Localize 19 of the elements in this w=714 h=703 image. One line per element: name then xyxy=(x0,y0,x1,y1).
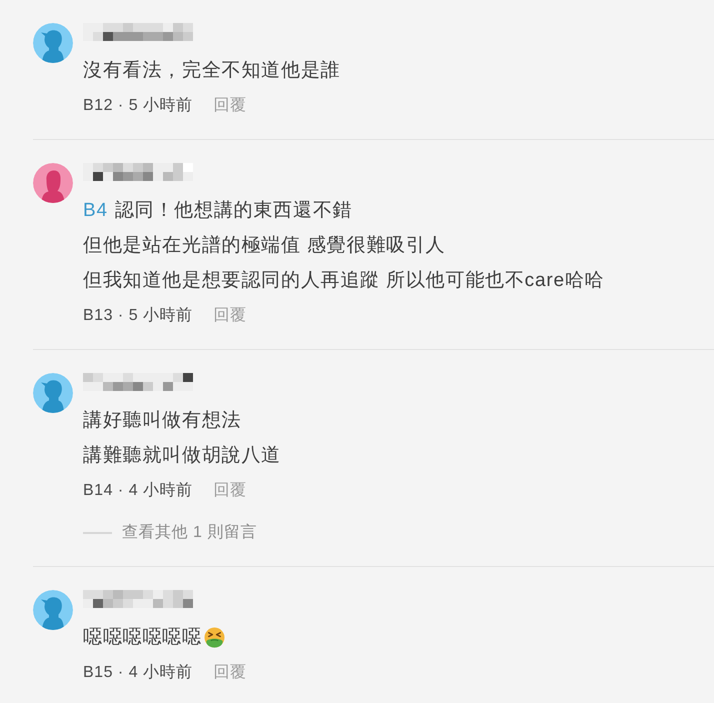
post-meta: B12 · 5 小時前 xyxy=(83,96,193,116)
comment-text: 噁噁噁噁噁噁 xyxy=(83,626,202,650)
view-more-replies-button[interactable]: 查看其他 1 則留言 xyxy=(83,515,257,550)
mention-link[interactable]: B4 xyxy=(83,200,108,221)
post-meta: B13 · 5 小時前 xyxy=(83,306,193,326)
reply-button[interactable]: 回覆 xyxy=(214,660,247,684)
avatar-icon[interactable] xyxy=(33,23,73,63)
avatar-icon[interactable] xyxy=(33,163,73,203)
avatar-icon[interactable] xyxy=(33,590,73,630)
comment-text: 沒有看法，完全不知道他是誰 xyxy=(83,59,340,83)
reply-button[interactable]: 回覆 xyxy=(214,94,247,118)
reply-button[interactable]: 回覆 xyxy=(214,304,247,328)
comment-text: 講好聽叫做有想法 講難聽就叫做胡說八道 xyxy=(83,409,281,468)
post-meta: B14 · 4 小時前 xyxy=(83,480,193,501)
post-meta: B15 · 4 小時前 xyxy=(83,662,193,683)
comment-text: B4 認同！他想講的東西還不錯 但他是站在光譜的極端值 感覺很難吸引人 但我知道他是想要認同的人再追蹤 所以他可能也不care哈哈 xyxy=(83,199,604,293)
reply-button[interactable]: 回覆 xyxy=(214,478,247,502)
avatar-icon[interactable] xyxy=(33,373,73,413)
vomiting-face-icon xyxy=(204,627,225,648)
